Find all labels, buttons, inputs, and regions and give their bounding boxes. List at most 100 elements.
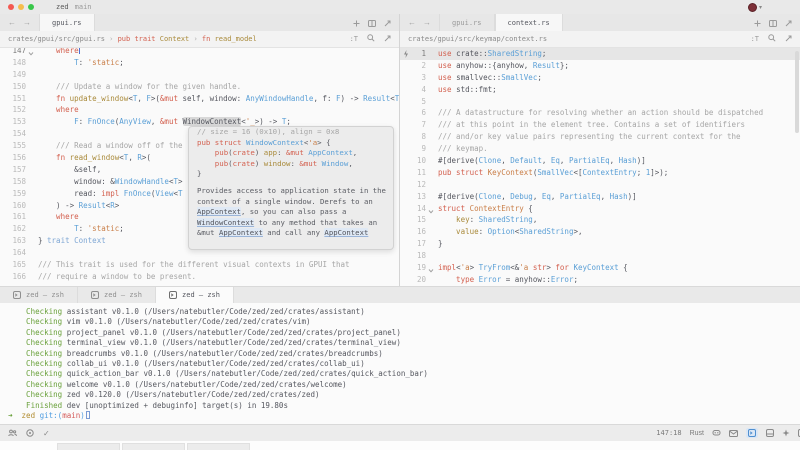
code-line[interactable]: 165/// This trait is used for the differ… (0, 259, 399, 271)
code-line[interactable]: 20 type Error = anyhow::Error; (400, 274, 800, 286)
code-line[interactable]: 2use anyhow::{anyhow, Result}; (400, 60, 800, 72)
search-icon[interactable] (768, 34, 776, 44)
code-line[interactable]: 16 value: Option<SharedString>, (400, 226, 800, 238)
code-line[interactable]: 147 where (0, 48, 399, 57)
dock-panel-icon[interactable] (766, 429, 774, 437)
split-pane-icon[interactable] (368, 14, 376, 32)
code-line[interactable]: 19impl<'a> TryFrom<&'a str> for KeyConte… (400, 262, 800, 274)
code-token: ]>); (650, 168, 668, 177)
feedback-icon[interactable] (729, 430, 738, 437)
code-line[interactable]: 1use crate::SharedString; (400, 48, 800, 60)
code-token: Hash (619, 156, 637, 165)
code-line[interactable]: 149 (0, 69, 399, 81)
tab-gpui-rs[interactable]: gpui.rs (39, 14, 95, 31)
code-text: pub struct KeyContext(SmallVec<[ContextE… (438, 167, 800, 179)
code-line[interactable]: 3use smallvec::SmallVec; (400, 72, 800, 84)
nav-forward-icon[interactable]: → (423, 18, 431, 27)
nav-forward-icon[interactable]: → (23, 18, 31, 27)
zoom-pane-icon[interactable] (384, 14, 391, 32)
breadcrumb[interactable]: crates/gpui/src/gpui.rs › pub trait Cont… (8, 35, 257, 43)
line-number: 158 (0, 176, 26, 188)
terminal-tab-3[interactable]: zed — zsh (156, 287, 234, 303)
code-line[interactable]: 4use std::fmt; (400, 84, 800, 96)
code-token: , (501, 192, 510, 201)
code-line[interactable]: 18 (400, 250, 800, 262)
code-token: Checking (8, 349, 62, 358)
doc-link[interactable]: WindowContext (197, 218, 254, 227)
breadcrumb[interactable]: crates/gpui/src/keymap/context.rs (408, 35, 547, 43)
close-button[interactable] (8, 4, 14, 10)
selection-tool-icon[interactable]: :T (350, 35, 358, 43)
search-icon[interactable] (367, 34, 375, 44)
code-line[interactable]: 10#[derive(Clone, Default, Eq, PartialEq… (400, 155, 800, 167)
code-token: Result (363, 94, 390, 103)
code-line[interactable]: 13#[derive(Clone, Debug, Eq, PartialEq, … (400, 191, 800, 203)
terminal-output[interactable]: Checking assistant v0.1.0 (/Users/natebu… (0, 303, 800, 424)
maximize-button[interactable] (28, 4, 34, 10)
tab-gpui-rs-right[interactable]: gpui.rs (439, 14, 495, 31)
nav-back-icon[interactable]: ← (408, 18, 416, 27)
screen-share-icon[interactable] (26, 429, 34, 437)
chevron-down-icon[interactable]: ▾ (759, 4, 762, 11)
collab-panel-icon[interactable] (8, 429, 17, 437)
selection-tool-icon[interactable]: :T (751, 35, 759, 43)
copilot-icon[interactable] (712, 429, 721, 437)
code-line[interactable]: 7/// at this point in the element tree. … (400, 119, 800, 131)
code-line[interactable]: 8/// and/or key value pairs representing… (400, 131, 800, 143)
code-line[interactable]: 9/// keymap. (400, 143, 800, 155)
tooltip-code-line: } (197, 169, 385, 180)
code-token: , (601, 192, 610, 201)
split-pane-icon[interactable] (769, 14, 777, 32)
code-line[interactable]: 166/// require a window to be present. (0, 271, 399, 283)
code-token: , (353, 148, 357, 157)
code-editor-right[interactable]: 1use crate::SharedString;2use anyhow::{a… (400, 48, 800, 286)
code-token: pub struct (438, 168, 488, 177)
code-token: , (610, 156, 619, 165)
code-line[interactable]: 12 (400, 179, 800, 191)
line-number: 156 (0, 152, 26, 164)
code-text: /// require a window to be present. (38, 271, 399, 283)
editor-pane-right: ← → gpui.rs context.rs crates/gpui/src/k… (400, 14, 800, 286)
terminal-tab-2[interactable]: zed — zsh (78, 287, 156, 303)
code-token: Clone (479, 192, 502, 201)
code-token: where (38, 105, 79, 114)
minimize-button[interactable] (18, 4, 24, 10)
cursor-position[interactable]: 147:18 (656, 429, 681, 437)
code-token: 'a (519, 263, 528, 272)
code-line[interactable]: 5 (400, 96, 800, 108)
new-tab-icon[interactable] (754, 14, 761, 32)
code-line[interactable]: 6/// A datastructure for resolving wheth… (400, 107, 800, 119)
nav-back-icon[interactable]: ← (8, 18, 16, 27)
new-tab-icon[interactable] (353, 14, 360, 32)
doc-link[interactable]: AppContext (219, 228, 263, 237)
code-text: where (38, 48, 399, 57)
language-indicator[interactable]: Rust (690, 430, 704, 437)
code-line[interactable]: 148 T: 'static; (0, 57, 399, 69)
zoom-pane-icon[interactable] (785, 14, 792, 32)
code-line[interactable]: 15 key: SharedString, (400, 214, 800, 226)
terminal-tab-1[interactable]: zed — zsh (0, 287, 78, 303)
tab-context-rs[interactable]: context.rs (495, 14, 563, 31)
code-text: use smallvec::SmallVec; (438, 72, 800, 84)
code-line[interactable]: 151 fn update_window<T, F>(&mut self, wi… (0, 93, 399, 105)
code-line[interactable]: 14struct ContextEntry { (400, 203, 800, 215)
code-line[interactable]: 11pub struct KeyContext(SmallVec<[Contex… (400, 167, 800, 179)
terminal-prompt[interactable]: ➜ zed git:(main) (8, 411, 800, 421)
code-token: > (115, 201, 120, 210)
doc-link[interactable]: AppContext (197, 207, 241, 216)
assistant-icon[interactable] (782, 429, 790, 437)
doc-link[interactable]: AppContext (324, 228, 368, 237)
expand-toolbar-icon[interactable] (785, 35, 792, 44)
code-token: breadcrumbs v0.1.0 (/Users/natebutler/Co… (62, 349, 383, 358)
code-token: str (528, 263, 546, 272)
scrollbar-thumb[interactable] (795, 51, 799, 133)
code-line[interactable]: 152 where (0, 104, 399, 116)
terminal-panel-icon[interactable] (746, 428, 758, 438)
code-token: pub (197, 159, 228, 168)
diagnostics-ok-icon[interactable]: ✓ (43, 429, 50, 438)
code-line[interactable]: 150 /// Update a window for the given ha… (0, 81, 399, 93)
code-line[interactable]: 17} (400, 238, 800, 250)
expand-toolbar-icon[interactable] (384, 35, 391, 44)
avatar[interactable] (748, 3, 757, 12)
code-token: ; (542, 49, 547, 58)
